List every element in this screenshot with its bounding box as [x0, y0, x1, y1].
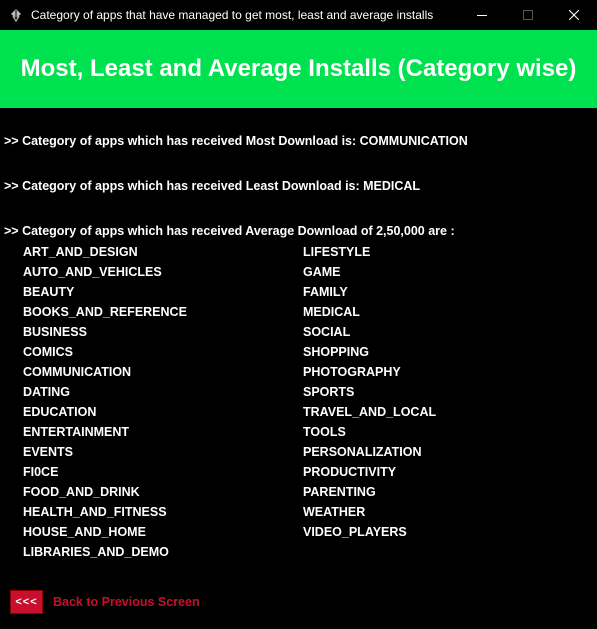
- window-controls: [459, 0, 597, 30]
- maximize-button[interactable]: [505, 0, 551, 30]
- category-item: FAMILY: [303, 285, 348, 299]
- category-item: FOOD_AND_DRINK: [23, 485, 140, 499]
- category-item: HEALTH_AND_FITNESS: [23, 505, 167, 519]
- close-icon: [569, 10, 579, 20]
- minimize-icon: [477, 15, 487, 16]
- category-item: EDUCATION: [23, 405, 97, 419]
- category-item: COMICS: [23, 345, 73, 359]
- category-item: PHOTOGRAPHY: [303, 365, 401, 379]
- category-item: WEATHER: [303, 505, 366, 519]
- category-item: PERSONALIZATION: [303, 445, 422, 459]
- window-titlebar: Category of apps that have managed to ge…: [0, 0, 597, 30]
- category-item: PRODUCTIVITY: [303, 465, 397, 479]
- minimize-button[interactable]: [459, 0, 505, 30]
- page-title: Most, Least and Average Installs (Catego…: [20, 55, 577, 82]
- category-item: BEAUTY: [23, 285, 75, 299]
- most-download-result: >> Category of apps which has received M…: [4, 134, 468, 148]
- category-item: VIDEO_PLAYERS: [303, 525, 407, 539]
- category-item: SHOPPING: [303, 345, 369, 359]
- category-item: ART_AND_DESIGN: [23, 245, 138, 259]
- back-button[interactable]: <<<: [10, 590, 43, 614]
- category-item: MEDICAL: [303, 305, 360, 319]
- category-item: SOCIAL: [303, 325, 351, 339]
- category-item: TOOLS: [303, 425, 346, 439]
- header-banner: Most, Least and Average Installs (Catego…: [0, 30, 597, 108]
- category-item: TRAVEL_AND_LOCAL: [303, 405, 437, 419]
- category-item: LIFESTYLE: [303, 245, 371, 259]
- category-item: FI0CE: [23, 465, 59, 479]
- close-button[interactable]: [551, 0, 597, 30]
- category-item: LIBRARIES_AND_DEMO: [23, 545, 169, 559]
- category-item: EVENTS: [23, 445, 74, 459]
- window-title: Category of apps that have managed to ge…: [31, 8, 434, 22]
- category-item: DATING: [23, 385, 70, 399]
- category-item: HOUSE_AND_HOME: [23, 525, 146, 539]
- average-categories-right-list: LIFESTYLE GAME FAMILY MEDICAL SOCIAL SHO…: [303, 245, 436, 545]
- maximize-icon: [523, 10, 533, 20]
- category-item: COMMUNICATION: [23, 365, 132, 379]
- average-categories-left-list: ART_AND_DESIGN AUTO_AND_VEHICLES BEAUTY …: [23, 245, 187, 565]
- category-item: AUTO_AND_VEHICLES: [23, 265, 162, 279]
- category-item: PARENTING: [303, 485, 376, 499]
- least-download-result: >> Category of apps which has received L…: [4, 179, 421, 193]
- category-item: ENTERTAINMENT: [23, 425, 130, 439]
- category-item: GAME: [303, 265, 341, 279]
- feather-quill-icon: [9, 8, 23, 22]
- back-to-previous-screen-link[interactable]: Back to Previous Screen: [53, 595, 200, 609]
- category-item: SPORTS: [303, 385, 355, 399]
- category-item: BUSINESS: [23, 325, 87, 339]
- category-item: BOOKS_AND_REFERENCE: [23, 305, 187, 319]
- average-download-heading: >> Category of apps which has received A…: [4, 224, 455, 238]
